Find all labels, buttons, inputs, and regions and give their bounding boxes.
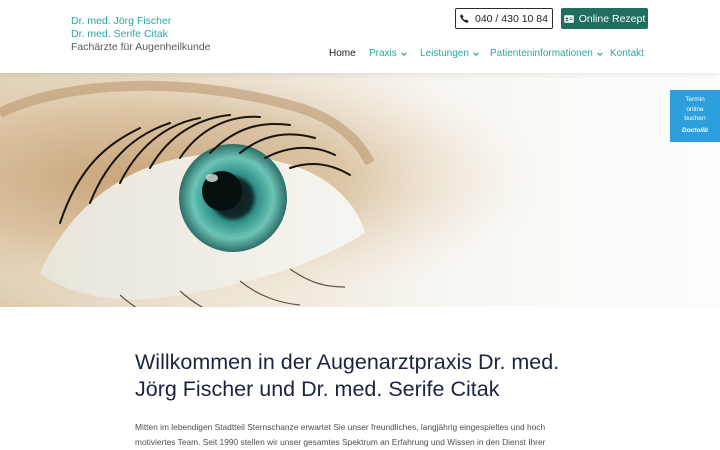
phone-button[interactable]: 040 / 430 10 84 — [455, 8, 553, 29]
phone-number: 040 / 430 10 84 — [475, 12, 548, 25]
page-title: Willkommen in der Augenarztpraxis Dr. me… — [135, 349, 575, 403]
termin-line1: Termin — [685, 96, 705, 103]
nav-leistungen[interactable]: Leistungen — [420, 48, 480, 59]
online-rezept-label: Online Rezept — [578, 12, 646, 25]
termin-line2: online — [686, 105, 704, 113]
site-header: Dr. med. Jörg Fischer Dr. med. Serife Ci… — [0, 0, 720, 73]
nav-leistungen-label: Leistungen — [420, 48, 469, 59]
doctolib-logo: Doctolib — [682, 126, 708, 134]
chevron-down-icon — [473, 51, 479, 56]
nav-patienteninformationen[interactable]: Patienteninformationen — [490, 48, 604, 59]
main-nav: Home Praxis Leistungen Patienteninformat… — [0, 48, 720, 64]
phone-icon — [460, 14, 469, 23]
id-card-icon — [563, 14, 574, 23]
hero-image — [0, 73, 720, 307]
logo-doctor-1: Dr. med. Jörg Fischer — [71, 15, 172, 27]
main-content: Willkommen in der Augenarztpraxis Dr. me… — [135, 349, 575, 450]
logo-doctor-2: Dr. med. Serife Citak — [71, 28, 168, 40]
chevron-down-icon — [597, 51, 603, 56]
nav-praxis[interactable]: Praxis — [369, 48, 408, 59]
page-title-line2: Jörg Fischer und Dr. med. Serife Citak — [135, 377, 500, 401]
nav-home-label: Home — [329, 48, 356, 59]
nav-home[interactable]: Home — [329, 48, 356, 59]
nav-praxis-label: Praxis — [369, 48, 397, 59]
doctolib-booking-widget[interactable]: Termin online buchen Doctolib — [670, 90, 720, 142]
nav-kontakt[interactable]: Kontakt — [610, 48, 644, 59]
nav-patienteninformationen-label: Patienteninformationen — [490, 48, 593, 59]
page-title-line1: Willkommen in der Augenarztpraxis Dr. me… — [135, 350, 560, 374]
eye-closeup-photo — [0, 73, 720, 307]
termin-line3: buchen — [684, 115, 706, 122]
online-rezept-button[interactable]: Online Rezept — [561, 8, 648, 29]
intro-paragraph: Mitten im lebendigen Stadtteil Sternscha… — [135, 422, 546, 447]
nav-kontakt-label: Kontakt — [610, 48, 644, 59]
chevron-down-icon — [401, 51, 407, 56]
